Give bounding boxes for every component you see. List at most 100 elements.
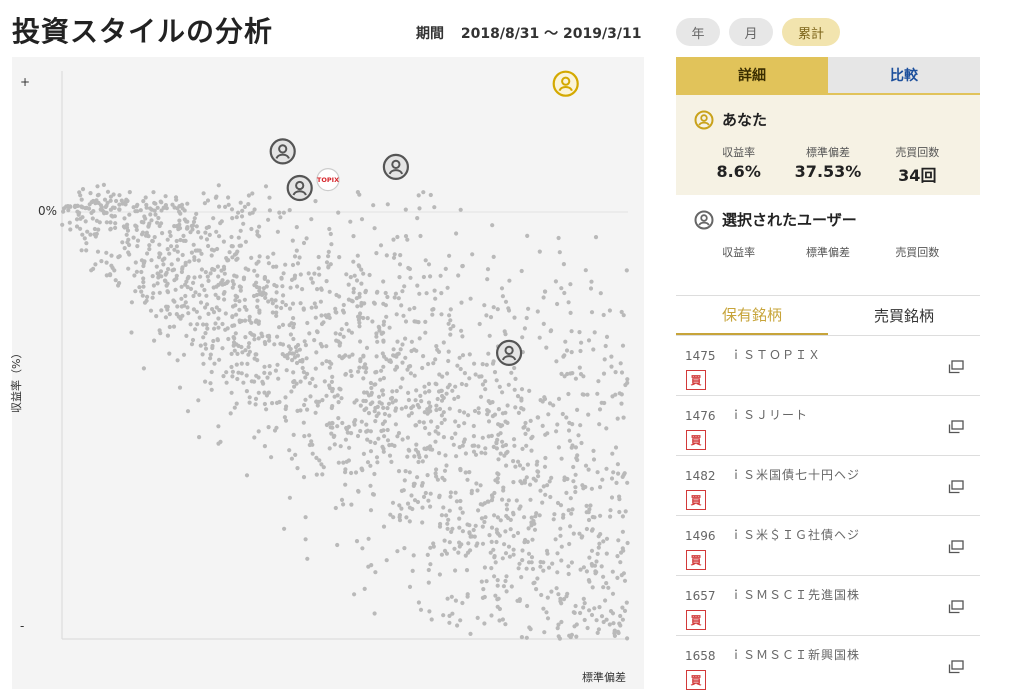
population-dot [175,304,180,309]
population-dot [528,497,533,502]
population-dot [453,419,458,424]
population-dot [403,319,409,324]
population-dot [327,289,332,294]
population-dot [312,301,317,306]
population-dot [581,565,587,570]
population-dot [212,361,217,366]
population-dot [536,415,541,420]
population-dot [596,379,601,384]
population-dot [526,551,532,556]
population-dot [73,203,78,208]
population-dot [534,587,539,592]
population-dot [358,311,363,316]
population-dot [555,570,560,575]
list-item[interactable]: 1482 ｉＳ米国債七十円ヘジ 買 [676,456,980,516]
selected-user-marker[interactable] [496,339,523,366]
population-dot [403,355,408,360]
population-dot [402,546,407,551]
security-name: ｉＳＪリート [730,408,809,422]
population-dot [545,483,550,488]
population-dot [252,268,257,273]
period-year-button[interactable]: 年 [676,18,720,46]
population-dot [276,376,281,381]
period-month-button[interactable]: 月 [729,18,773,46]
population-dot [416,459,421,465]
population-dot [194,309,199,314]
selected-user-marker[interactable] [286,174,313,202]
population-dot [403,207,408,212]
population-dot [221,374,226,379]
population-dot [335,542,340,548]
population-dot [513,405,518,410]
list-item[interactable]: 1475 ｉＳＴＯＰＩＸ 買 [676,336,980,396]
population-dot [392,443,397,448]
population-dot [526,526,531,531]
population-dot [163,272,168,277]
population-dot [568,524,573,529]
topix-marker[interactable]: TOPIX [316,167,340,192]
population-dot [570,422,575,427]
population-dot [147,243,152,248]
tab-holdings[interactable]: 保有銘柄 [676,296,828,335]
population-dot [397,513,402,518]
population-dot [584,569,590,574]
population-dot [292,384,297,389]
population-dot [382,411,387,417]
population-dot [242,204,247,209]
population-dot [215,338,220,343]
open-window-icon[interactable] [948,539,964,558]
population-dot [559,558,564,563]
population-dot [514,498,519,503]
population-dot [232,348,237,353]
tab-compare[interactable]: 比較 [828,57,980,93]
open-window-icon[interactable] [948,419,964,438]
population-dot [435,477,440,482]
population-dot [127,190,132,195]
population-dot [457,516,462,521]
list-item[interactable]: 1476 ｉＳＪリート 買 [676,396,980,456]
list-item[interactable]: 1496 ｉＳ米＄ＩＧ社債ヘジ 買 [676,516,980,576]
tab-trades[interactable]: 売買銘柄 [828,296,980,335]
population-dot [530,566,536,572]
population-dot [433,439,438,444]
list-item[interactable]: 1658 ｉＳＭＳＣＩ新興国株 買 [676,636,980,694]
population-dot [418,607,424,612]
population-dot [568,282,573,287]
open-window-icon[interactable] [948,599,964,618]
open-window-icon[interactable] [948,479,964,498]
selected-user-marker[interactable] [269,138,296,165]
tab-detail[interactable]: 詳細 [676,57,828,93]
population-dot [197,315,202,320]
population-dot [518,479,523,484]
population-dot [428,504,433,509]
population-dot [457,355,462,360]
you-marker[interactable] [552,70,579,97]
population-dot [429,419,434,424]
population-dot [485,277,490,282]
population-dot [408,364,413,369]
period-cumulative-button[interactable]: 累計 [782,18,840,46]
population-dot [393,422,398,427]
population-dot [222,297,227,302]
selected-user-marker[interactable] [382,153,409,181]
population-dot [255,232,260,237]
open-window-icon[interactable] [948,659,964,678]
population-dot [492,370,498,375]
population-dot [116,283,121,288]
population-dot [552,512,557,517]
population-dot [83,219,88,224]
population-dot [500,497,505,502]
population-dot [301,307,306,312]
population-dot [138,208,143,213]
list-item[interactable]: 1657 ｉＳＭＳＣＩ先進国株 買 [676,576,980,636]
population-dot [373,419,378,424]
population-dot [183,262,188,267]
population-dot [504,451,509,456]
buy-badge: 買 [686,370,706,390]
population-dot [255,273,260,278]
population-dot [512,443,517,448]
trade-count-value: 34回 [898,166,937,185]
population-dot [624,268,629,273]
population-dot [135,202,140,207]
open-window-icon[interactable] [948,359,964,378]
